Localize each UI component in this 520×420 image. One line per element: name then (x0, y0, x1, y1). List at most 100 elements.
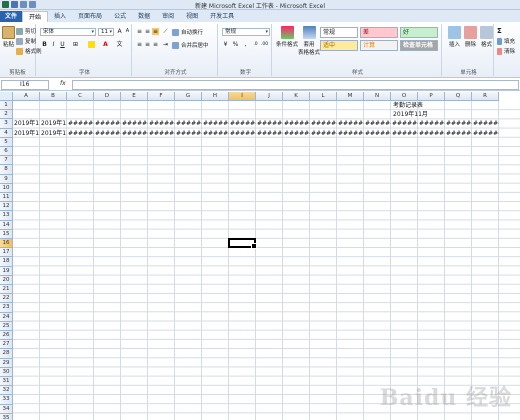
cell[interactable]: ####### (257, 119, 283, 128)
cell[interactable]: ####### (365, 119, 391, 128)
column-header[interactable]: D (94, 92, 121, 101)
underline-icon[interactable]: U (59, 41, 66, 48)
indent-icon[interactable]: ⇥ (162, 41, 169, 48)
cell[interactable]: ####### (122, 119, 148, 128)
cell[interactable]: ####### (338, 129, 364, 138)
select-all-corner[interactable] (0, 92, 13, 101)
row-header[interactable]: 3 (0, 119, 13, 129)
delete-cells-button[interactable]: 删除 (464, 26, 477, 48)
tab-home[interactable]: 开始 (22, 11, 49, 22)
cell[interactable]: ####### (419, 129, 445, 138)
row-header[interactable]: 31 (0, 377, 13, 387)
conditional-format-button[interactable]: 条件格式 (276, 26, 298, 48)
tab-formulas[interactable]: 公式 (108, 11, 132, 22)
row-header[interactable]: 7 (0, 156, 13, 166)
cell-area[interactable]: 考勤记录表 2019年11月 2019年11月2019年11月#########… (13, 101, 520, 420)
fill-button[interactable]: 填充 (497, 37, 515, 45)
merge-center-button[interactable]: 合并后居中 (172, 41, 209, 49)
column-header[interactable]: K (283, 92, 310, 101)
style-good[interactable]: 好 (400, 27, 438, 38)
row-header[interactable]: 24 (0, 312, 13, 322)
tab-review[interactable]: 审阅 (156, 11, 180, 22)
cell[interactable]: ####### (473, 119, 499, 128)
column-header[interactable]: R (472, 92, 499, 101)
number-format-select[interactable]: 常规 (222, 28, 270, 36)
cut-button[interactable]: 剪切 (16, 27, 36, 35)
tab-data[interactable]: 数据 (132, 11, 156, 22)
row-header[interactable]: 10 (0, 183, 13, 193)
copy-button[interactable]: 复制 (16, 37, 36, 45)
row-header[interactable]: 29 (0, 358, 13, 368)
tab-insert[interactable]: 插入 (48, 11, 72, 22)
align-middle-icon[interactable]: ≡ (144, 28, 151, 35)
cell[interactable]: ####### (176, 129, 202, 138)
formula-input[interactable] (72, 80, 519, 90)
name-box[interactable]: I16 (1, 80, 49, 90)
cell[interactable]: ####### (311, 129, 337, 138)
cell[interactable]: ####### (311, 119, 337, 128)
cell-subtitle[interactable]: 2019年11月 (393, 110, 428, 119)
column-header[interactable]: L (310, 92, 337, 101)
italic-icon[interactable]: I (50, 41, 57, 48)
align-left-icon[interactable]: ≡ (136, 41, 143, 48)
row-header[interactable]: 34 (0, 404, 13, 414)
font-name-select[interactable]: 宋体 (40, 28, 96, 36)
column-header[interactable]: P (418, 92, 445, 101)
row-header[interactable]: 25 (0, 321, 13, 331)
cell[interactable]: ####### (203, 119, 229, 128)
row-header[interactable]: 12 (0, 202, 13, 212)
row-header[interactable]: 9 (0, 174, 13, 184)
table-format-button[interactable]: 套用 表格格式 (298, 26, 320, 56)
align-top-icon[interactable]: ≡ (136, 28, 143, 35)
row-header[interactable]: 2 (0, 110, 13, 120)
cell[interactable]: ####### (68, 129, 94, 138)
row-header[interactable]: 4 (0, 128, 13, 138)
row-header[interactable]: 30 (0, 367, 13, 377)
cell[interactable]: ####### (68, 119, 94, 128)
column-header[interactable]: B (40, 92, 67, 101)
borders-icon[interactable]: ⊞ (72, 41, 79, 48)
cell[interactable]: ####### (338, 119, 364, 128)
orientation-icon[interactable]: ⟋ (162, 28, 169, 35)
style-calculation[interactable]: 计算 (360, 40, 398, 51)
cell[interactable]: ####### (230, 119, 256, 128)
column-header[interactable]: A (13, 92, 40, 101)
fill-color-icon[interactable] (88, 41, 95, 48)
row-header[interactable]: 1 (0, 101, 13, 111)
autosum-button[interactable]: Σ (497, 27, 502, 35)
row-header[interactable]: 35 (0, 413, 13, 420)
row-header[interactable]: 21 (0, 285, 13, 295)
font-size-select[interactable]: 11 (98, 28, 114, 36)
tab-file[interactable]: 文件 (0, 11, 23, 22)
row-header[interactable]: 8 (0, 165, 13, 175)
row-header[interactable]: 15 (0, 229, 13, 239)
row-header[interactable]: 16 (0, 239, 13, 249)
cell[interactable]: ####### (419, 119, 445, 128)
row-header[interactable]: 26 (0, 331, 13, 341)
cell[interactable]: ####### (230, 129, 256, 138)
percent-icon[interactable]: % (232, 41, 239, 48)
phonetic-icon[interactable]: 文 (116, 41, 123, 48)
active-cell[interactable] (228, 238, 257, 250)
row-header[interactable]: 17 (0, 248, 13, 258)
shrink-font-icon[interactable]: A (124, 28, 131, 35)
font-color-icon[interactable]: A (102, 41, 109, 48)
increase-decimal-icon[interactable]: .0 (252, 41, 259, 48)
insert-cells-button[interactable]: 插入 (448, 26, 461, 48)
cell[interactable]: 2019年11月 (14, 129, 40, 138)
tab-view[interactable]: 视图 (180, 11, 204, 22)
column-header[interactable]: G (175, 92, 202, 101)
row-header[interactable]: 18 (0, 257, 13, 267)
row-header[interactable]: 11 (0, 193, 13, 203)
row-header[interactable]: 13 (0, 211, 13, 221)
row-header[interactable]: 22 (0, 294, 13, 304)
bold-icon[interactable]: B (41, 41, 48, 48)
align-right-icon[interactable]: ≡ (152, 41, 159, 48)
column-header[interactable]: M (337, 92, 364, 101)
cell[interactable]: 2019年11月 (41, 119, 67, 128)
column-header[interactable]: O (391, 92, 418, 101)
cell[interactable]: ####### (284, 129, 310, 138)
align-center-icon[interactable]: ≡ (144, 41, 151, 48)
insert-function-icon[interactable]: fx (60, 80, 66, 87)
style-bad[interactable]: 差 (360, 27, 398, 38)
